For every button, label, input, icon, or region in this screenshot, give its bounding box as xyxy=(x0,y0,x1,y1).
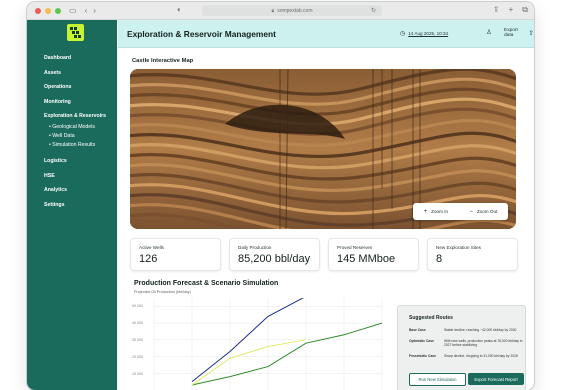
sidebar-item-logistics[interactable]: Logistics xyxy=(44,157,114,172)
export-data-button[interactable]: Export data ⇧ xyxy=(504,28,534,38)
stat-card-proved-reserves: Proved Reserves 145 MMboe xyxy=(328,238,419,271)
sidebar-nav: Dashboard Assets Operations Monitoring E… xyxy=(44,54,114,215)
reload-icon[interactable]: ↻ xyxy=(371,7,376,14)
run-simulation-button[interactable]: Run New Simulation xyxy=(409,373,466,386)
page-title: Exploration & Reservoir Management xyxy=(127,29,276,39)
stat-card-daily-production: Daily Production 85,200 bbl/day xyxy=(229,238,320,271)
series-line-0 xyxy=(191,322,383,386)
address-bar[interactable]: 🔒︎ sompextab.com ↻ xyxy=(202,5,382,16)
minus-icon: − xyxy=(469,208,473,215)
zoom-out-button[interactable]: − Zoom Out xyxy=(469,209,497,215)
chart-plot xyxy=(153,298,383,390)
maximize-window-button[interactable] xyxy=(55,7,61,14)
route-key: Pessimistic Case xyxy=(409,354,436,358)
date-text: 14 Aug 2025, 10:34 xyxy=(408,31,449,36)
sidebar-toggle-icon[interactable]: ▭ xyxy=(69,6,77,15)
sidebar-item-analytics[interactable]: Analytics xyxy=(44,186,114,201)
stat-value: 145 MMboe xyxy=(337,253,396,265)
plus-icon: + xyxy=(423,208,428,215)
stat-card-exploration-sites: New Exploration Sites 8 xyxy=(427,238,518,271)
interactive-map[interactable]: + Zoom In − Zoom Out xyxy=(130,69,516,229)
sidebar-subitem-geological-models[interactable]: • Geological Models xyxy=(44,123,114,132)
map-title: Castle Interactive Map xyxy=(132,58,194,64)
route-key: Optimistic Case xyxy=(409,339,434,343)
new-tab-icon[interactable]: + xyxy=(509,5,514,15)
browser-window: ▭ ‹ › ◐ 🔒︎ sompextab.com ↻ ⇪ + ⧉ Dashboa… xyxy=(27,2,534,390)
user-icon[interactable]: ♙ xyxy=(486,28,492,36)
tabs-icon[interactable]: ⧉ xyxy=(522,5,528,15)
sidebar-item-operations[interactable]: Operations xyxy=(44,83,114,98)
export-data-label: Export data xyxy=(504,28,518,38)
zoom-out-label: Zoom Out xyxy=(476,208,498,214)
stat-card-active-wells: Active Wells 126 xyxy=(130,238,221,271)
stat-value: 126 xyxy=(139,253,158,265)
shield-icon[interactable]: ◐ xyxy=(177,5,182,14)
forecast-chart: 50 000 40 000 30 000 20 000 10 000 xyxy=(132,298,392,390)
sidebar-item-hse[interactable]: HSE xyxy=(44,172,114,187)
clock-icon: ◷ xyxy=(400,31,406,37)
suggested-routes-panel: Suggested Routes Base Case Stable declin… xyxy=(397,305,526,390)
stat-label: Proved Reserves xyxy=(337,245,373,250)
stat-label: Active Wells xyxy=(139,245,164,250)
stat-label: New Exploration Sites xyxy=(436,245,481,250)
series-line-1 xyxy=(191,339,307,386)
route-value: With new wells, production peaks at 78,0… xyxy=(444,339,523,348)
back-icon[interactable]: ‹ xyxy=(85,6,88,15)
minimize-window-button[interactable] xyxy=(45,7,51,14)
zoom-controls: + Zoom In − Zoom Out xyxy=(413,203,508,220)
route-value: Sharp decline, dropping to 31,000 bbl/da… xyxy=(444,354,518,358)
sidebar-item-dashboard[interactable]: Dashboard xyxy=(44,54,114,69)
stat-value: 8 xyxy=(436,253,443,265)
browser-toolbar: ▭ ‹ › ◐ 🔒︎ sompextab.com ↻ ⇪ + ⧉ xyxy=(27,2,534,20)
app-logo[interactable] xyxy=(67,24,84,41)
route-value: Stable decline, reaching ~42,000 bbl/day… xyxy=(444,328,517,332)
sidebar-item-settings[interactable]: Settings xyxy=(44,201,114,216)
sidebar: Dashboard Assets Operations Monitoring E… xyxy=(27,20,117,390)
stat-label: Daily Production xyxy=(238,245,272,250)
stats-row: Active Wells 126 Daily Production 85,200… xyxy=(130,238,528,271)
sidebar-item-monitoring[interactable]: Monitoring xyxy=(44,98,114,113)
export-report-button[interactable]: Export Forecast Report xyxy=(468,373,524,385)
routes-title: Suggested Routes xyxy=(409,315,453,321)
sidebar-item-exploration[interactable]: Exploration & Reservoirs xyxy=(44,112,114,123)
forecast-subtitle: Projected Oil Production (bbl/day) xyxy=(134,290,191,294)
forward-icon[interactable]: › xyxy=(93,6,96,15)
forecast-title: Production Forecast & Scenario Simulatio… xyxy=(134,280,279,287)
lock-icon: 🔒︎ xyxy=(271,7,275,14)
close-window-button[interactable] xyxy=(35,7,41,14)
zoom-in-label: Zoom In xyxy=(431,208,449,214)
sidebar-subitem-well-data[interactable]: • Well Data xyxy=(44,132,114,141)
zoom-in-button[interactable]: + Zoom In xyxy=(424,209,448,215)
route-key: Base Case xyxy=(409,328,426,332)
upload-icon: ⇧ xyxy=(528,30,534,37)
stat-value: 85,200 bbl/day xyxy=(238,253,311,265)
date-display[interactable]: ◷ 14 Aug 2025, 10:34 xyxy=(400,30,448,37)
main-content: Castle Interactive Map + Zoom In − Zoom … xyxy=(118,48,534,390)
share-icon[interactable]: ⇪ xyxy=(493,5,500,15)
sidebar-subitem-simulation-results[interactable]: • Simulation Results xyxy=(44,141,114,157)
page-header: Exploration & Reservoir Management ◷ 14 … xyxy=(118,20,534,48)
url-text: sompextab.com xyxy=(277,7,313,14)
sidebar-item-assets[interactable]: Assets xyxy=(44,69,114,84)
